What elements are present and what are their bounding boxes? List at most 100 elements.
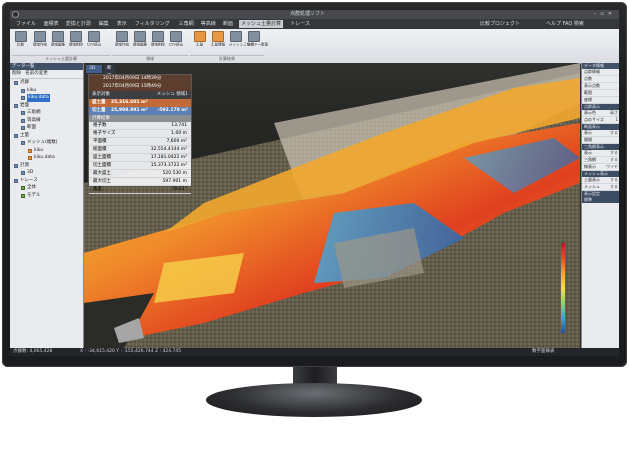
result-row: 平面積 7,600 m² [89,138,191,146]
property-row[interactable]: 三角網 する [582,157,619,164]
ribbon-button[interactable]: CSV読込 [168,31,183,47]
ribbon-button-label: 領域削除 [150,42,166,47]
net-value: -592.170 m³ [157,108,188,113]
rename-button[interactable]: 名前の変更 [25,71,48,76]
ribbon-button[interactable]: 比較 [13,31,28,47]
ribbon-group-label: メッシュ土量計算 [12,55,110,62]
property-key: 表示色 [584,110,596,115]
property-row[interactable]: 点のサイズ 1 [582,117,619,124]
tree-item[interactable]: 土量 [10,132,83,140]
ribbon-button[interactable]: 領域削除 [150,31,165,47]
delete-button[interactable]: 削除 [12,71,21,76]
tree-item[interactable]: メッシュ(複数) [10,139,83,147]
tree-item[interactable]: 岩盤 [10,102,83,110]
menu-item[interactable]: フィルタリング [133,20,172,28]
property-key: 範囲 [584,90,592,95]
result-section: 計算結果 [89,115,191,122]
ribbon-button-label: 土量情報 [210,42,226,47]
tree-item-label: トレース [20,177,38,183]
ribbon-button-label: CSV読込 [86,42,102,47]
ribbon-toolbar: 比較 領域作成 領域編集 領域削除 CSV読込 領域作成 領域編集 領域削除 CSV読込 土量 土量… [10,29,619,64]
result-key: 最大盛土 [93,171,111,176]
folder-icon [14,178,18,183]
ribbon-button[interactable]: ワイヤー断面 [246,31,268,47]
property-row[interactable]: メッシュ する [582,184,619,191]
ribbon-button[interactable]: 領域編集 [132,31,147,47]
menu-item[interactable]: 変換と計測 [64,20,93,28]
menu-item[interactable]: ファイル [14,20,38,28]
tree-item-label: 断面 [27,125,36,130]
color-scale-bar [561,243,565,333]
result-value: 520.530 m [162,171,187,176]
ribbon-button[interactable]: 土量情報 [210,31,225,47]
menu-item[interactable]: 三角網 [177,20,196,28]
layer-icon [21,111,25,115]
tree-item[interactable]: kiku [10,87,83,95]
tree-item[interactable]: 三角網 [10,109,83,117]
tree-item[interactable]: 点群 [10,79,83,87]
property-row[interactable]: 点数 [582,76,619,83]
tree-item[interactable]: 3D [10,169,83,177]
tree-item-label: 土量 [20,132,29,138]
menu-item[interactable]: 等高線 [199,20,218,28]
menu-item[interactable]: 面積表 [42,20,61,28]
compare-project-link[interactable]: 比較プロジェクト [480,20,520,28]
property-value: 1 [615,117,618,122]
layer-icon [21,126,25,130]
ribbon-button-label: 領域作成 [114,42,130,47]
tree-item[interactable]: 断面 [10,124,83,132]
ribbon-button[interactable]: メッシュ三角網 [228,31,254,47]
property-value: 高さ [610,110,618,115]
property-row[interactable]: 点群情報 [582,69,619,76]
tree-item[interactable]: kiku.data [10,94,83,102]
ribbon-button[interactable]: 領域作成 [32,31,47,47]
ribbon-button[interactable]: 領域編集 [50,31,65,47]
target-value[interactable]: メッシュ 領域1 [157,91,188,99]
property-row[interactable]: 座標 [582,97,619,104]
property-row[interactable]: 表示 する [582,150,619,157]
tree-item[interactable]: トレース [10,177,83,185]
menu-item[interactable]: トレース [288,20,312,28]
tree-item[interactable]: 計測 [10,162,83,170]
tree-item[interactable]: kiku [10,147,83,155]
point-count: 点群数: 4,065,428 [13,349,53,354]
menu-item[interactable]: 断面 [221,20,235,28]
property-row[interactable]: 間隔 [582,137,619,144]
tree-item-label: 3D [27,170,34,175]
ribbon-button[interactable]: CSV読込 [86,31,101,47]
property-value: する [610,130,618,135]
property-row[interactable]: 表示点数 [582,83,619,90]
property-row[interactable]: 表示 する [582,130,619,137]
property-row[interactable]: 土量表示 する [582,177,619,184]
tree-item[interactable]: モデル [10,192,83,200]
tree-item[interactable]: kiku.data [10,154,83,162]
ribbon-button-label: メッシュ三角網 [228,42,254,47]
data-list-panel: データ一覧 削除 名前の変更 点群 kiku kiku.data 岩盤 三角網 等高線 断面… [10,63,84,348]
property-value: する [610,150,618,155]
date-before: 2017年04月09日 14時39分 [103,76,162,81]
3d-viewport[interactable]: 3D 断面表示 2017年04月09日 14時39分 2017年04月09日 1… [84,63,580,348]
property-row[interactable]: 線表示 ワイヤ [582,164,619,171]
tree-item[interactable]: 等高線 [10,117,83,125]
tab-3d[interactable]: 3D [86,65,102,73]
folder-icon [14,103,18,108]
menu-item[interactable]: 編集 [97,20,111,28]
ribbon-button[interactable]: 領域作成 [114,31,129,47]
layer-icon [21,118,25,123]
ribbon-button[interactable]: 領域削除 [68,31,83,47]
volume-info-panel: 2017年04月09日 14時39分 2017年04月09日 15時49分 表示… [88,74,192,194]
menu-item[interactable]: メッシュ土量計算 [239,20,284,28]
help-search-link[interactable]: ヘルプ FAQ 検索 [546,20,584,28]
result-row: 切土面積 15,373.3722 m² [89,162,191,170]
tree-item[interactable]: 全体 [10,184,83,192]
property-section-header[interactable]: 標準 [582,197,619,203]
property-row[interactable]: 表示色 高さ [582,110,619,117]
property-row[interactable]: 範囲 [582,90,619,97]
ribbon-button[interactable]: 土量 [192,31,207,47]
window-controls[interactable]: –▫✕ [594,10,616,19]
tab-section-view[interactable]: 断面表示 [104,65,115,95]
layer-icon [21,141,25,145]
ribbon-button-label: 領域編集 [132,42,148,47]
menu-item[interactable]: 表示 [115,20,129,28]
ribbon-tool-icon [193,31,206,42]
